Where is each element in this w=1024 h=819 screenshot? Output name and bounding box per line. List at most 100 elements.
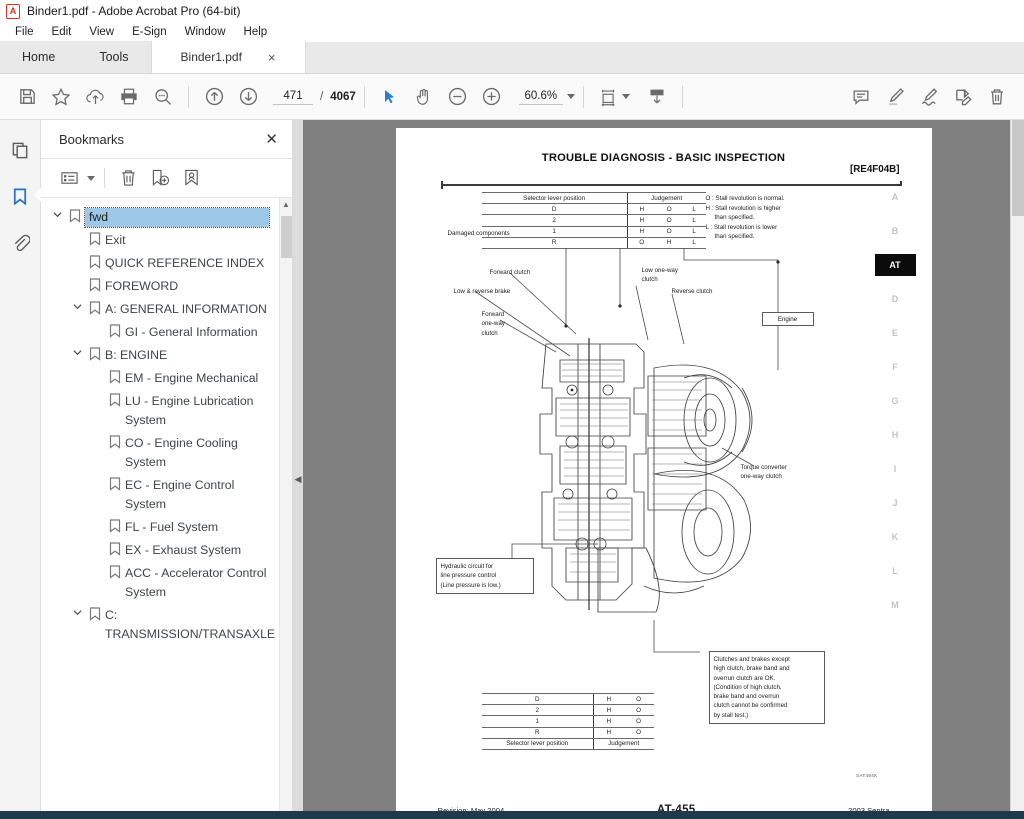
search-icon[interactable] (146, 80, 180, 114)
fit-width-icon[interactable] (592, 80, 626, 114)
section-tab-at[interactable]: AT (874, 254, 916, 276)
draw-icon[interactable] (912, 80, 946, 114)
bookmark-item[interactable]: A: GENERAL INFORMATION (41, 298, 279, 321)
document-vertical-scrollbar[interactable] (1010, 120, 1024, 819)
sign-icon[interactable] (946, 80, 980, 114)
section-tab-h[interactable]: H (874, 424, 916, 446)
zoom-control[interactable]: 60.6% (518, 88, 575, 105)
bookmark-item[interactable]: LU - Engine Lubrication System (41, 390, 279, 432)
page-separator: / (320, 90, 324, 103)
bookmark-item[interactable]: CO - Engine Cooling System (41, 432, 279, 474)
zoom-in-icon[interactable] (475, 80, 509, 114)
label-torque-converter: Torque converter one-way clutch (740, 464, 787, 481)
bookmark-options-chevron-down-icon[interactable] (87, 175, 95, 181)
bookmark-options-icon[interactable] (55, 165, 83, 191)
menu-esign[interactable]: E-Sign (123, 24, 176, 40)
page-thumbnails-icon[interactable] (6, 136, 34, 164)
tab-home[interactable]: Home (0, 41, 78, 73)
bookmark-item[interactable]: B: ENGINE (41, 344, 279, 367)
comment-icon[interactable] (844, 80, 878, 114)
document-scrollbar-thumb[interactable] (1012, 120, 1024, 216)
section-tab-a[interactable]: A (874, 186, 916, 208)
chevron-down-icon[interactable] (49, 208, 65, 218)
table-cell: H (626, 203, 656, 216)
bookmarks-icon[interactable] (6, 182, 41, 210)
bookmark-item[interactable]: fwd (41, 206, 279, 229)
highlight-icon[interactable] (878, 80, 912, 114)
goto-bookmark-icon[interactable] (178, 165, 206, 191)
acrobat-window: A Binder1.pdf - Adobe Acrobat Pro (64-bi… (0, 0, 1024, 819)
hand-tool-icon[interactable] (407, 80, 441, 114)
panel-collapse-handle[interactable]: ◀ (293, 120, 303, 819)
bookmark-item[interactable]: QUICK REFERENCE INDEX (41, 252, 279, 275)
new-bookmark-icon[interactable] (146, 165, 174, 191)
menu-help[interactable]: Help (235, 24, 277, 40)
table-cell: O (655, 203, 683, 216)
bookmark-item[interactable]: FOREWORD (41, 275, 279, 298)
section-tab-i[interactable]: I (874, 458, 916, 480)
document-view[interactable]: TROUBLE DIAGNOSIS - BASIC INSPECTION [RE… (303, 120, 1024, 819)
bookmark-label: QUICK REFERENCE INDEX (105, 256, 265, 270)
chevron-down-icon[interactable] (69, 346, 85, 356)
table-cell: 1 (481, 715, 594, 728)
section-tab-g[interactable]: G (874, 390, 916, 412)
section-tab-m[interactable]: M (874, 594, 916, 616)
close-icon[interactable]: × (268, 50, 276, 65)
bookmark-icon (65, 208, 85, 223)
chevron-down-icon[interactable] (566, 94, 575, 99)
menu-edit[interactable]: Edit (43, 24, 81, 40)
bookmark-item[interactable]: GI - General Information (41, 321, 279, 344)
bookmark-item[interactable]: ACC - Accelerator Control System (41, 562, 279, 604)
previous-page-icon[interactable] (197, 80, 231, 114)
section-tab-e[interactable]: E (874, 322, 916, 344)
section-tab-d[interactable]: D (874, 288, 916, 310)
bookmark-label: FL - Fuel System (125, 520, 219, 534)
bookmark-item[interactable]: EC - Engine Control System (41, 474, 279, 516)
fit-chevron-down-icon[interactable] (621, 94, 630, 99)
bookmarks-close-icon[interactable]: ✕ (265, 132, 278, 147)
section-tab-j[interactable]: J (874, 492, 916, 514)
workspace: Bookmarks ✕ fwd Exit QUICK REFERENCE IND… (0, 120, 1024, 819)
menu-view[interactable]: View (80, 24, 123, 40)
section-tab-b[interactable]: B (874, 220, 916, 242)
selector-judgement-table-top: Selector lever position Judgement D H O L 2 H O L… (481, 191, 706, 249)
save-icon[interactable] (10, 80, 44, 114)
page-header-rule (440, 181, 902, 189)
scrollbar-thumb[interactable] (280, 216, 292, 258)
tab-document[interactable]: Binder1.pdf × (150, 41, 306, 73)
bookmark-item[interactable]: Exit (41, 229, 279, 252)
table-cell: O (623, 704, 654, 717)
download-icon[interactable] (640, 80, 674, 114)
star-icon[interactable] (44, 80, 78, 114)
print-icon[interactable] (112, 80, 146, 114)
zoom-out-icon[interactable] (441, 80, 475, 114)
section-tab-k[interactable]: K (874, 526, 916, 548)
bookmark-item[interactable]: EX - Exhaust System (41, 539, 279, 562)
bookmark-item[interactable]: EM - Engine Mechanical (41, 367, 279, 390)
chevron-down-icon[interactable] (69, 606, 85, 616)
table-row: 1HO (481, 715, 654, 728)
delete-pages-icon[interactable] (980, 80, 1014, 114)
clutches-brakes-callout: Clutches and brakes except high clutch, … (708, 651, 825, 725)
bookmark-item[interactable]: C: TRANSMISSION/TRANSAXLE (41, 604, 279, 646)
next-page-icon[interactable] (231, 80, 265, 114)
bookmark-item[interactable]: FL - Fuel System (41, 516, 279, 539)
cloud-upload-icon[interactable] (78, 80, 112, 114)
scroll-up-icon[interactable]: ▲ (282, 198, 290, 211)
select-tool-icon[interactable] (373, 80, 407, 114)
current-page-input[interactable] (273, 88, 313, 105)
window-title: Binder1.pdf - Adobe Acrobat Pro (64-bit) (27, 4, 241, 18)
table-cell: D (481, 692, 594, 706)
column-header-selector: Selector lever position (481, 191, 628, 205)
bookmarks-scrollbar[interactable]: ▲ ▼ (279, 198, 292, 819)
chevron-down-icon[interactable] (69, 300, 85, 310)
label-forward-clutch: Forward clutch (489, 269, 531, 276)
tab-tools[interactable]: Tools (77, 41, 151, 73)
section-tab-f[interactable]: F (874, 356, 916, 378)
menu-window[interactable]: Window (176, 24, 235, 40)
menu-file[interactable]: File (6, 24, 43, 40)
attachments-icon[interactable] (6, 228, 34, 256)
section-tab-l[interactable]: L (874, 560, 916, 582)
delete-bookmark-icon[interactable] (114, 165, 142, 191)
